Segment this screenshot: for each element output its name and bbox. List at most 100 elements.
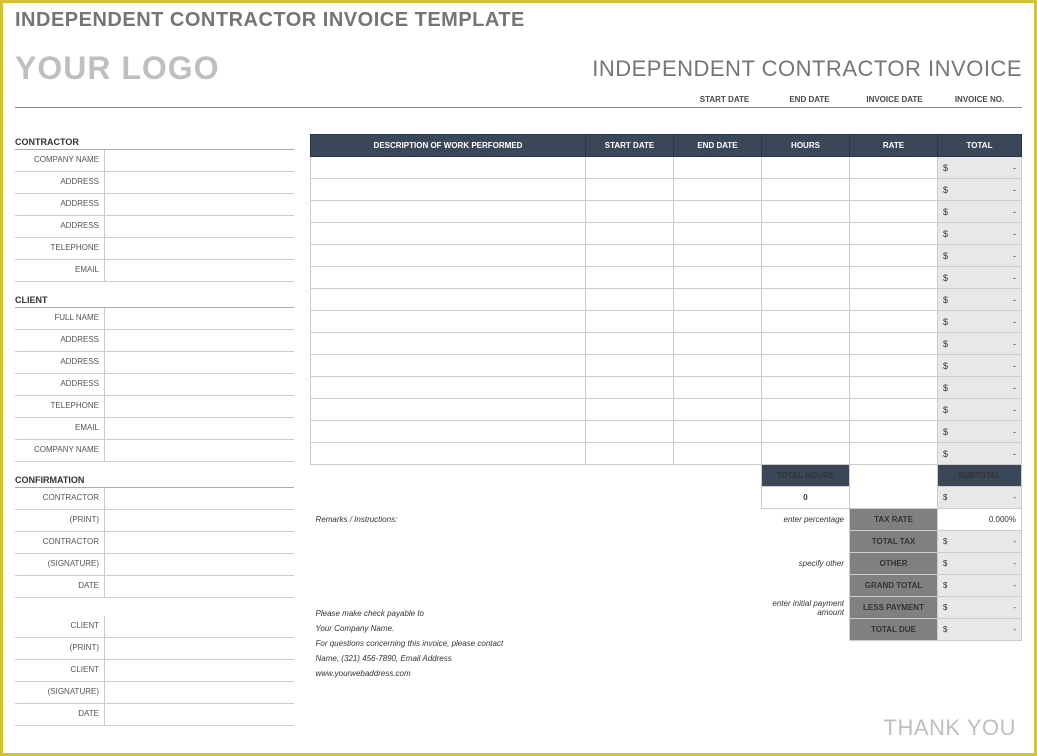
table-cell[interactable] (762, 201, 850, 223)
table-cell[interactable] (850, 179, 938, 201)
table-cell[interactable] (586, 333, 674, 355)
table-cell[interactable] (311, 179, 586, 201)
table-cell[interactable] (850, 289, 938, 311)
table-cell[interactable] (586, 267, 674, 289)
table-cell[interactable] (586, 179, 674, 201)
table-cell[interactable] (311, 421, 586, 443)
contractor-tel-input[interactable] (105, 238, 294, 259)
table-cell[interactable] (311, 201, 586, 223)
client-address3-input[interactable] (105, 374, 294, 395)
table-cell[interactable] (586, 201, 674, 223)
client-company-input[interactable] (105, 440, 294, 461)
table-cell[interactable] (850, 333, 938, 355)
table-cell[interactable] (586, 311, 674, 333)
table-cell[interactable] (674, 267, 762, 289)
table-cell[interactable] (311, 377, 586, 399)
table-cell[interactable] (762, 245, 850, 267)
table-cell[interactable] (311, 333, 586, 355)
conf-contractor-input[interactable] (105, 488, 294, 509)
table-cell[interactable] (850, 245, 938, 267)
table-cell[interactable] (674, 421, 762, 443)
table-cell[interactable] (674, 157, 762, 179)
contractor-company-input[interactable] (105, 150, 294, 171)
table-cell[interactable] (586, 377, 674, 399)
conf-client2-input[interactable] (105, 660, 294, 681)
table-cell[interactable] (850, 223, 938, 245)
contractor-address2-input[interactable] (105, 194, 294, 215)
table-cell[interactable] (674, 377, 762, 399)
conf-client-sig-input[interactable] (105, 682, 294, 703)
client-email-input[interactable] (105, 418, 294, 439)
table-cell[interactable] (762, 223, 850, 245)
contractor-address3-input[interactable] (105, 216, 294, 237)
less-payment-label: LESS PAYMENT (850, 597, 938, 619)
table-cell[interactable] (311, 289, 586, 311)
table-cell[interactable] (762, 289, 850, 311)
table-cell[interactable] (850, 377, 938, 399)
conf-print-input[interactable] (105, 510, 294, 531)
table-cell[interactable] (762, 421, 850, 443)
table-cell[interactable] (674, 223, 762, 245)
conf-client-input[interactable] (105, 616, 294, 637)
conf-contractor-sig-row: CONTRACTOR (15, 532, 294, 554)
table-cell[interactable] (762, 443, 850, 465)
client-address1-input[interactable] (105, 330, 294, 351)
tax-rate-value[interactable]: 0.000% (938, 509, 1022, 531)
table-cell[interactable] (762, 377, 850, 399)
table-cell[interactable] (850, 267, 938, 289)
table-cell[interactable] (311, 355, 586, 377)
contractor-email-input[interactable] (105, 260, 294, 281)
less-payment-value[interactable]: $- (938, 597, 1022, 619)
table-cell[interactable] (674, 355, 762, 377)
table-cell[interactable] (762, 355, 850, 377)
table-cell[interactable] (586, 245, 674, 267)
table-cell[interactable] (674, 443, 762, 465)
table-cell[interactable] (674, 245, 762, 267)
table-cell[interactable] (586, 355, 674, 377)
conf-client-print-input[interactable] (105, 638, 294, 659)
table-cell[interactable] (311, 267, 586, 289)
table-cell[interactable] (762, 311, 850, 333)
client-address2-input[interactable] (105, 352, 294, 373)
table-cell[interactable] (586, 289, 674, 311)
table-cell[interactable] (674, 333, 762, 355)
table-cell[interactable] (850, 443, 938, 465)
page-title: INDEPENDENT CONTRACTOR INVOICE TEMPLATE (15, 9, 1022, 32)
contractor-address1-input[interactable] (105, 172, 294, 193)
other-value[interactable]: $- (938, 553, 1022, 575)
table-cell[interactable] (674, 289, 762, 311)
client-tel-input[interactable] (105, 396, 294, 417)
table-cell[interactable] (850, 355, 938, 377)
conf-signature-input[interactable] (105, 554, 294, 575)
table-cell[interactable] (586, 399, 674, 421)
table-cell[interactable] (850, 421, 938, 443)
table-cell[interactable] (586, 421, 674, 443)
table-cell[interactable] (311, 443, 586, 465)
table-cell[interactable] (762, 267, 850, 289)
client-fullname-input[interactable] (105, 308, 294, 329)
table-cell[interactable] (850, 157, 938, 179)
table-cell[interactable] (311, 311, 586, 333)
table-cell[interactable] (850, 399, 938, 421)
table-cell[interactable] (311, 245, 586, 267)
client-section-header: CLIENT (15, 292, 294, 308)
table-cell[interactable] (674, 201, 762, 223)
table-cell[interactable] (311, 223, 586, 245)
table-cell[interactable] (850, 311, 938, 333)
table-cell[interactable] (762, 157, 850, 179)
table-cell[interactable] (762, 399, 850, 421)
conf-client-date-input[interactable] (105, 704, 294, 725)
table-cell[interactable] (311, 399, 586, 421)
table-cell[interactable] (674, 311, 762, 333)
conf-contractor-sig-input[interactable] (105, 532, 294, 553)
table-cell[interactable] (586, 157, 674, 179)
table-cell[interactable] (762, 333, 850, 355)
table-cell[interactable] (311, 157, 586, 179)
table-cell[interactable] (850, 201, 938, 223)
table-cell[interactable] (674, 179, 762, 201)
table-cell[interactable] (586, 223, 674, 245)
table-cell[interactable] (762, 179, 850, 201)
conf-date-input[interactable] (105, 576, 294, 597)
table-cell[interactable] (586, 443, 674, 465)
table-cell[interactable] (674, 399, 762, 421)
